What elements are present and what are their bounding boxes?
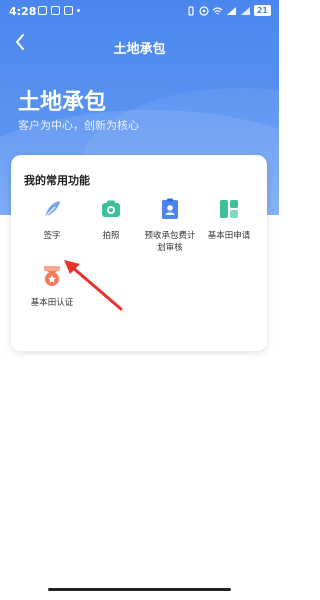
function-sign[interactable]: 签字 <box>20 198 84 242</box>
more-notifications-icon <box>77 9 80 12</box>
nav-bar: 土地承包 <box>0 30 279 60</box>
common-functions-card: 我的常用功能 签字 拍照 预收承包费计划审核 基本田申请 基本田认证 <box>11 155 267 351</box>
hero-title: 土地承包 <box>18 90 107 115</box>
signal-icon <box>226 6 236 15</box>
grid-layout-icon <box>220 200 238 218</box>
hero-subtitle: 客户为中心，创新为核心 <box>18 119 139 132</box>
function-basic-field-certify[interactable]: 基本田认证 <box>20 265 84 309</box>
function-prepay-plan-review[interactable]: 预收承包费计划审核 <box>138 198 202 254</box>
function-photo[interactable]: 拍照 <box>79 198 143 242</box>
status-right-icons: 21 <box>186 5 271 16</box>
wifi-icon <box>212 6 223 14</box>
notification-icon <box>64 6 73 15</box>
status-time: 4:28 <box>9 5 37 18</box>
camera-icon <box>102 200 120 217</box>
person-document-icon <box>162 198 178 219</box>
page-title: 土地承包 <box>113 42 166 57</box>
status-left-icons <box>38 6 80 15</box>
function-label: 拍照 <box>102 231 120 241</box>
function-basic-field-apply[interactable]: 基本田申请 <box>197 198 261 242</box>
function-label: 签字 <box>43 231 61 241</box>
function-label: 基本田认证 <box>30 298 74 308</box>
notification-icon <box>51 6 60 15</box>
signal-icon <box>240 6 250 15</box>
home-indicator[interactable] <box>48 588 231 591</box>
notification-icon <box>38 6 47 15</box>
card-title: 我的常用功能 <box>24 174 90 187</box>
hotspot-icon <box>199 5 209 16</box>
vibrate-icon <box>188 5 194 16</box>
function-label: 预收承包费计划审核 <box>144 231 196 253</box>
medal-icon <box>44 266 60 286</box>
status-bar: 4:28 21 <box>0 0 279 24</box>
feather-icon <box>44 201 60 218</box>
function-label: 基本田申请 <box>207 231 251 241</box>
battery-icon: 21 <box>253 5 271 16</box>
